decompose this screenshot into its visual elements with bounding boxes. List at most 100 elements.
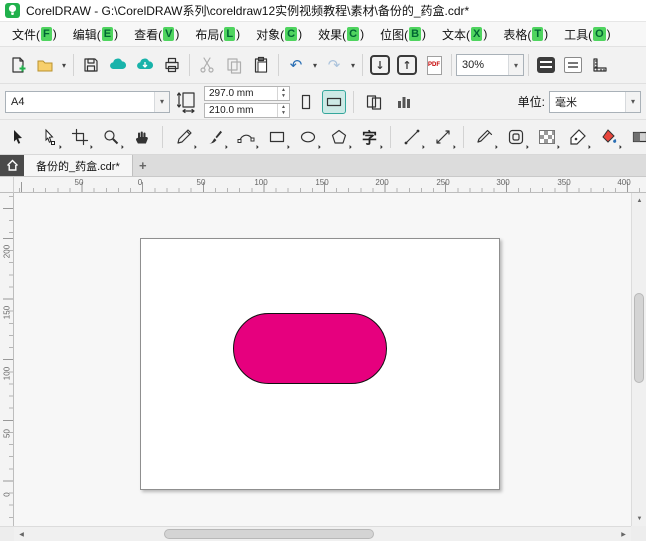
page-width-field[interactable]: 297.0 mm ▲ ▼	[204, 85, 290, 101]
new-document-button[interactable]	[5, 52, 31, 78]
cloud-save-icon[interactable]	[105, 52, 131, 78]
contour-tool[interactable]	[502, 124, 529, 151]
current-page-layout-button[interactable]	[391, 89, 417, 115]
scroll-down-icon[interactable]: ▼	[632, 511, 646, 526]
page-size-preset-value: A4	[11, 95, 25, 108]
fill-tool[interactable]	[595, 124, 622, 151]
undo-flyout-caret-icon[interactable]: ▾	[310, 61, 320, 70]
import-button[interactable]: ↓	[367, 52, 393, 78]
page-height-spinner[interactable]: ▲ ▼	[277, 103, 289, 117]
ellipse-tool[interactable]	[294, 124, 321, 151]
ruler-origin-corner[interactable]	[0, 177, 14, 193]
menu-file-label: 文件(	[12, 27, 40, 42]
drawing-canvas[interactable]	[14, 193, 631, 526]
page-dimensions-icon	[174, 89, 200, 115]
checkerboard-icon	[538, 130, 555, 144]
bezier-tool[interactable]	[232, 124, 259, 151]
transparency-tool[interactable]	[533, 124, 560, 151]
horizontal-ruler[interactable]: 50 0 50 100 150 200 250 300 350 400	[14, 177, 646, 193]
menu-view[interactable]: 查看(V)	[126, 24, 187, 45]
scroll-left-icon[interactable]: ◀	[14, 527, 29, 541]
page-size-preset-combobox[interactable]: A4 ▾	[5, 90, 170, 113]
ruler-label: 100	[2, 366, 12, 381]
menu-text[interactable]: 文本(X)	[434, 24, 495, 45]
show-rulers-button[interactable]	[560, 52, 586, 78]
copy-button[interactable]	[221, 52, 247, 78]
horizontal-scrollbar-thumb[interactable]	[164, 529, 374, 539]
cloud-open-icon[interactable]	[132, 52, 158, 78]
property-bar: A4 ▾ 297.0 mm ▲ ▼ 210.0 mm ▲ ▼ 单位: 毫米 ▾	[0, 84, 646, 120]
save-button[interactable]	[78, 52, 104, 78]
menu-effects[interactable]: 效果(C)	[310, 24, 372, 45]
menu-edit-accel: E	[101, 27, 114, 41]
rectangle-tool[interactable]	[263, 124, 290, 151]
redo-flyout-caret-icon[interactable]: ▾	[348, 61, 358, 70]
color-eyedropper-tool[interactable]	[471, 124, 498, 151]
vertical-scrollbar-thumb[interactable]	[634, 293, 644, 383]
vertical-scrollbar[interactable]: ▲ ▼	[631, 193, 646, 526]
menu-table[interactable]: 表格(T)	[495, 24, 556, 45]
pick-tool[interactable]	[4, 124, 31, 151]
welcome-screen-tab[interactable]	[0, 155, 24, 176]
zoom-tool[interactable]	[97, 124, 124, 151]
toolbar-separator	[353, 90, 354, 113]
menu-file[interactable]: 文件(F)	[4, 24, 65, 45]
zoom-level-combobox[interactable]: 30% ▾	[456, 54, 524, 76]
crop-tool[interactable]	[66, 124, 93, 151]
dimension-tool[interactable]	[429, 124, 456, 151]
paste-button[interactable]	[248, 52, 274, 78]
freehand-tool[interactable]	[170, 124, 197, 151]
new-document-tab-button[interactable]: +	[133, 155, 153, 176]
publish-to-pdf-button[interactable]: PDF	[421, 52, 447, 78]
page-width-value: 297.0 mm	[209, 87, 254, 99]
redo-icon: ↷	[327, 55, 341, 74]
menu-object[interactable]: 对象(C)	[248, 24, 310, 45]
page-width-spinner[interactable]: ▲ ▼	[277, 86, 289, 100]
polygon-tool[interactable]	[325, 124, 352, 151]
horizontal-scrollbar[interactable]: ◀ ▶	[14, 526, 631, 541]
zoom-caret-icon[interactable]: ▾	[508, 55, 523, 75]
vertical-ruler[interactable]: 200 150 100 50 0	[0, 193, 14, 526]
all-pages-layout-button[interactable]	[361, 89, 387, 115]
toolbox-separator	[390, 126, 391, 148]
rounded-rectangle-shape[interactable]	[233, 313, 387, 384]
redo-button[interactable]: ↷	[321, 52, 347, 78]
artistic-media-tool[interactable]	[201, 124, 228, 151]
spin-down-icon[interactable]: ▼	[278, 93, 289, 99]
spin-down-icon[interactable]: ▼	[278, 110, 289, 116]
plus-icon: +	[138, 158, 147, 173]
page-size-caret-icon[interactable]: ▾	[154, 91, 169, 112]
units-combobox[interactable]: 毫米 ▾	[549, 90, 641, 113]
interactive-fill-tool[interactable]	[626, 124, 646, 151]
options-button[interactable]	[587, 52, 613, 78]
menu-effects-label: 效果(	[318, 27, 347, 42]
menu-bitmaps[interactable]: 位图(B)	[372, 24, 434, 45]
menu-text-accel: X	[471, 27, 483, 41]
export-button[interactable]: ↑	[394, 52, 420, 78]
menu-tools[interactable]: 工具(O)	[556, 24, 619, 45]
units-caret-icon[interactable]: ▾	[625, 91, 640, 112]
ruler-label: 150	[315, 178, 329, 187]
ruler-label: 100	[254, 178, 268, 187]
text-tool[interactable]: 字	[356, 124, 383, 151]
undo-button[interactable]: ↶	[283, 52, 309, 78]
shape-tool[interactable]	[35, 124, 62, 151]
full-screen-preview-button[interactable]	[533, 52, 559, 78]
active-document-tab[interactable]: 备份的_药盒.cdr*	[24, 155, 133, 176]
landscape-orientation-button[interactable]	[322, 89, 346, 114]
open-document-button[interactable]	[32, 52, 58, 78]
portrait-orientation-button[interactable]	[294, 90, 318, 114]
ruler-label: 50	[196, 178, 206, 187]
outline-pen-tool[interactable]	[564, 124, 591, 151]
menu-layout[interactable]: 布局(L)	[187, 24, 248, 45]
line-tool[interactable]	[398, 124, 425, 151]
open-flyout-caret-icon[interactable]: ▾	[59, 61, 69, 70]
document-page[interactable]	[140, 238, 500, 490]
page-height-field[interactable]: 210.0 mm ▲ ▼	[204, 102, 290, 118]
cut-button[interactable]	[194, 52, 220, 78]
pan-tool[interactable]	[128, 124, 155, 151]
menu-edit[interactable]: 编辑(E)	[65, 24, 126, 45]
print-button[interactable]	[159, 52, 185, 78]
scroll-up-icon[interactable]: ▲	[632, 193, 646, 208]
scroll-right-icon[interactable]: ▶	[616, 527, 631, 541]
